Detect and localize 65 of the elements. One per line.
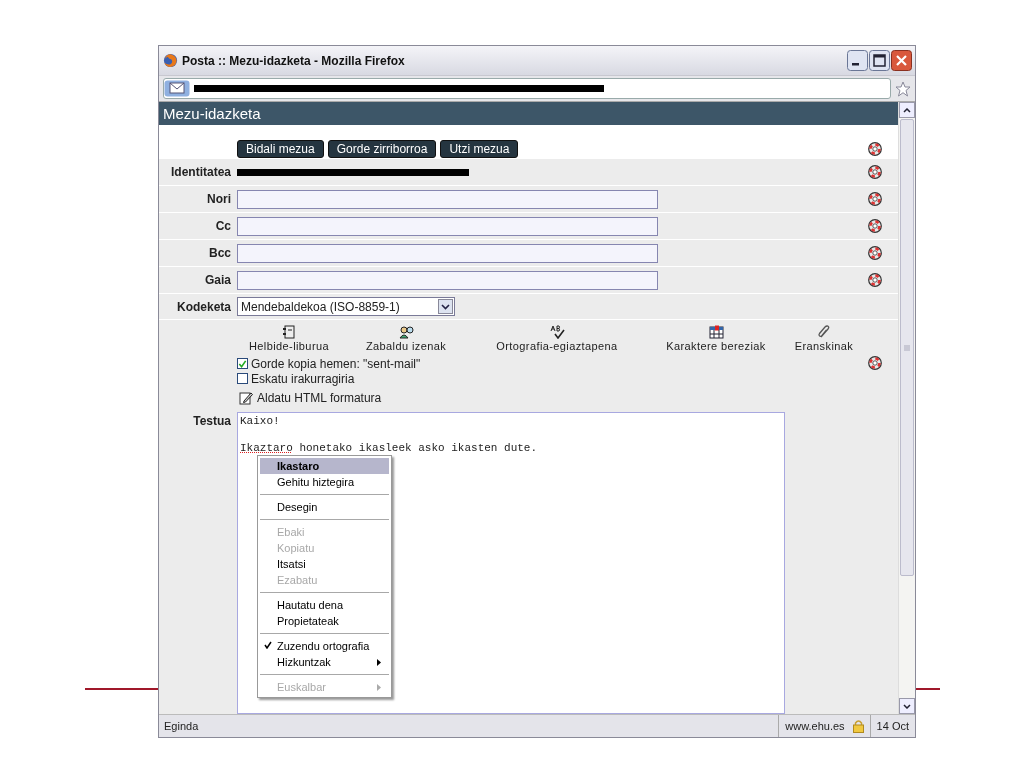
star-icon[interactable]	[895, 80, 911, 97]
grip-icon	[904, 344, 910, 351]
menu-item[interactable]: Itsatsi	[260, 556, 389, 572]
close-button[interactable]	[891, 50, 912, 71]
menu-item[interactable]: Hautatu dena	[260, 597, 389, 613]
body-text: Ikaztaro honetako ikasleek asko ikasten dute.	[240, 442, 539, 454]
window-title: Posta :: Mezu-idazketa - Mozilla Firefox	[182, 53, 405, 68]
spellcheck-icon	[549, 325, 565, 339]
envelope-icon	[164, 80, 190, 97]
field-label: Cc	[215, 219, 231, 233]
scroll-down-icon[interactable]	[903, 703, 911, 709]
help-icon[interactable]	[868, 273, 882, 287]
menu-item[interactable]: Ikastaro	[260, 458, 389, 474]
toolbar-button[interactable]: Helbide-liburua	[237, 325, 341, 352]
help-icon[interactable]	[868, 165, 882, 179]
menu-item[interactable]: Gehitu hiztegira	[260, 474, 389, 490]
address-field[interactable]	[163, 78, 891, 99]
menu-item[interactable]: Zuzendu ortografia	[260, 638, 389, 654]
toolbar-button[interactable]: Karaktere bereziak	[643, 325, 789, 352]
toolbar-button[interactable]: Zabaldu izenak	[341, 325, 471, 352]
field-label: Nori	[207, 192, 231, 206]
help-icon[interactable]	[868, 219, 882, 233]
html-format-link[interactable]: Aldatu HTML formatura	[239, 388, 898, 408]
scroll-up-icon[interactable]	[903, 107, 911, 113]
minimize-button[interactable]	[847, 50, 868, 71]
field-label: Gaia	[205, 273, 231, 287]
help-icon[interactable]	[868, 356, 882, 370]
input-field[interactable]	[237, 243, 658, 263]
help-icon[interactable]	[868, 246, 882, 260]
menu-item[interactable]: Hizkuntzak	[260, 654, 389, 670]
paperclip-icon	[817, 325, 831, 339]
action-button[interactable]: Utzi mezua	[440, 139, 519, 158]
field-label: Identitatea	[171, 165, 231, 179]
status-text: Eginda	[163, 720, 200, 732]
site-name: www.ehu.es	[785, 720, 845, 732]
help-icon[interactable]	[868, 192, 882, 206]
field-label: Testua	[193, 414, 231, 428]
address-book-icon	[282, 325, 296, 339]
page-heading: Mezu-idazketa	[159, 102, 898, 125]
field-label: Bcc	[209, 246, 231, 260]
checkbox[interactable]	[237, 358, 248, 369]
person-magnifier-icon	[398, 325, 414, 339]
field-label: Kodeketa	[176, 299, 231, 314]
body-text: Kaixo!	[240, 415, 281, 427]
edit-note-icon	[239, 391, 253, 405]
character-grid-icon	[708, 325, 724, 339]
checkbox-label: Eskatu irakurragiria	[251, 371, 355, 386]
checkbox[interactable]	[237, 373, 248, 384]
help-icon[interactable]	[868, 141, 882, 156]
menu-item[interactable]: Propietateak	[260, 613, 389, 629]
maximize-button[interactable]	[869, 50, 890, 71]
dropdown[interactable]: Mendebaldekoa (ISO-8859-1)	[237, 297, 455, 316]
toolbar-button[interactable]: Eranskinak	[789, 325, 859, 352]
action-button[interactable]: Gorde zirriborroa	[327, 139, 437, 158]
checkbox-label: Gorde kopia hemen: "sent-mail"	[251, 356, 421, 371]
input-field[interactable]	[237, 270, 658, 290]
lock-icon	[852, 719, 864, 733]
input-field[interactable]	[237, 189, 658, 209]
toolbar-button[interactable]: Ortografia-egiaztapena	[471, 325, 643, 352]
menu-item[interactable]: Desegin	[260, 499, 389, 515]
action-button[interactable]: Bidali mezua	[237, 139, 324, 158]
input-field[interactable]	[237, 216, 658, 236]
scrollbar[interactable]	[898, 102, 915, 714]
status-date: 14 Oct	[876, 720, 909, 732]
browser-logo-icon	[163, 53, 178, 68]
